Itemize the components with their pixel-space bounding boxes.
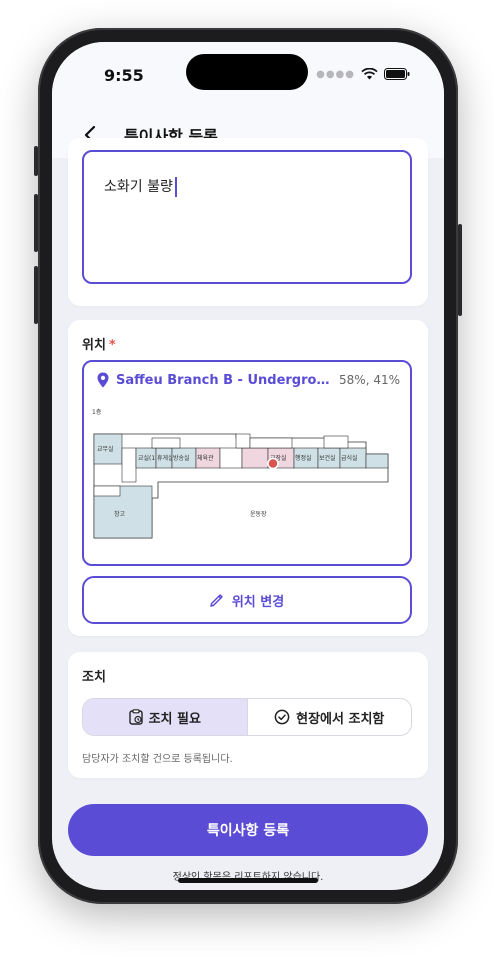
location-edit-icon [210,594,223,607]
action-segmented-control: 조치 필요 현장에서 조치함 [82,698,412,736]
change-location-label: 위치 변경 [231,594,285,610]
location-label-text: 위치 [82,338,106,353]
segment-handled-onsite-label: 현장에서 조치함 [296,711,385,727]
room-label-7: 보건실 [319,454,336,462]
location-card: 위치 * Saffeu Branch B - Underground 58%, 4… [68,320,428,636]
clipboard-clock-icon [128,709,143,725]
description-textarea[interactable]: 소화기 불량 [82,150,412,284]
status-bar: 9:55 ●●●● [52,42,444,112]
screen: 9:55 ●●●● 특이사항 등록 소화기 불량 위치 * Saffeu Bra… [52,42,444,890]
signal-icon: ●●●● [316,68,355,80]
segment-handled-onsite[interactable]: 현장에서 조치함 [246,699,412,735]
location-name: Saffeu Branch B - Underground [116,372,334,388]
home-indicator [178,878,318,883]
action-card: 조치 조치 필요 현장에서 조치함 담당자가 조치할 건으로 등록됩니다. [68,652,428,778]
change-location-button[interactable]: 위치 변경 [82,576,412,624]
location-marker[interactable] [267,457,279,470]
location-coords: 58%, 41% [339,373,400,387]
phone-frame: 9:55 ●●●● 특이사항 등록 소화기 불량 위치 * Saffeu Bra… [34,28,462,904]
required-mark: * [108,338,116,353]
room-label-0: 교무실 [97,445,114,453]
room-label-8: 급식실 [341,454,358,462]
room-label-1: 교실(1) [138,454,158,462]
floor-label: 1층 [92,408,102,416]
location-map[interactable]: Saffeu Branch B - Underground 58%, 41% 1… [82,360,412,566]
segment-action-needed[interactable]: 조치 필요 [83,699,247,735]
room-label-2: 휴게실 [157,454,174,462]
room-label-3: 방송실 [173,454,190,462]
map-pin-icon [97,372,109,388]
status-icons: ●●●● [316,68,410,80]
text-caret [174,176,177,197]
segment-action-needed-label: 조치 필요 [148,711,201,727]
submit-button[interactable]: 특이사항 등록 [68,804,428,856]
room-label-6: 행정실 [295,454,312,462]
scroll-content[interactable]: 소화기 불량 위치 * Saffeu Branch B - Underground… [52,138,444,890]
power-button [458,224,462,316]
wifi-icon [361,68,378,80]
room-label-4: 체육관 [197,454,214,462]
volume-down-button [34,266,38,324]
mute-switch [34,146,38,176]
description-text: 소화기 불량 [104,179,173,195]
dynamic-island [186,54,308,90]
map-header: Saffeu Branch B - Underground 58%, 41% [96,372,400,388]
status-time: 9:55 [104,66,144,85]
location-label: 위치 * [82,334,116,353]
action-hint: 담당자가 조치할 건으로 등록됩니다. [82,754,233,765]
room-label-9: 창고 [114,510,126,518]
action-label: 조치 [82,670,106,685]
battery-icon [384,68,410,80]
floor-plan[interactable]: 1층 교무실 교실(1) 휴게실 방송실 체육관 교장실 행정실 보건실 급식실… [92,402,404,552]
check-circle-icon [274,709,290,725]
description-card: 소화기 불량 [68,138,428,306]
volume-up-button [34,194,38,252]
playground-label: 운동장 [250,510,267,518]
submit-label: 특이사항 등록 [206,823,290,839]
